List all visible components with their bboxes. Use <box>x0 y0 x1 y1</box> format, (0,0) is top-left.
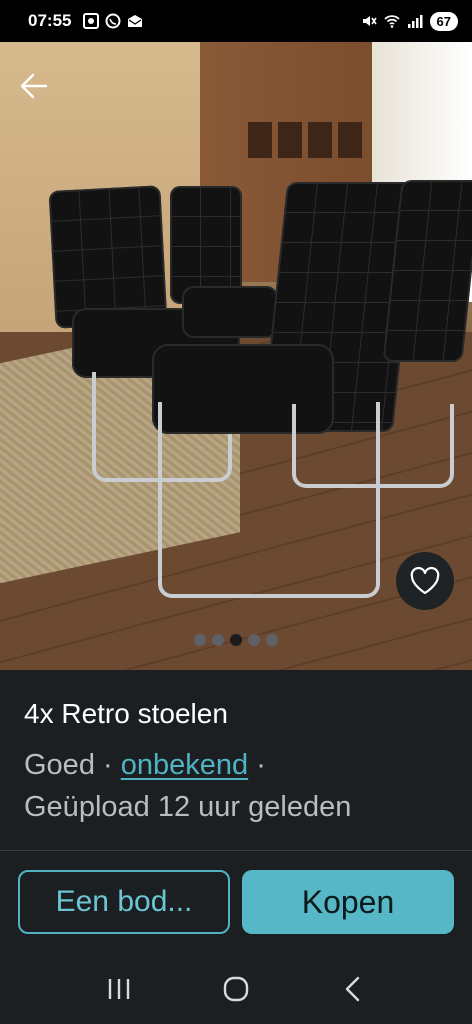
heart-icon <box>410 566 440 595</box>
meta-separator: · <box>94 749 121 781</box>
gallery-dot[interactable] <box>194 634 206 646</box>
photo-chair-2-seat <box>182 286 278 338</box>
make-offer-button[interactable]: Een bod... <box>18 870 230 934</box>
gallery-dot[interactable] <box>212 634 224 646</box>
meta-separator-end: · <box>248 749 266 781</box>
listing-info: 4x Retro stoelen Goed · onbekend · Geüpl… <box>24 698 454 828</box>
wifi-icon <box>383 15 400 28</box>
listing-title: 4x Retro stoelen <box>24 698 228 729</box>
gallery-dot[interactable] <box>266 634 278 646</box>
recent-apps-icon[interactable] <box>104 974 134 1004</box>
gallery-page-indicator <box>0 634 472 646</box>
brand-link[interactable]: onbekend <box>121 749 248 781</box>
system-nav-bar <box>0 954 472 1024</box>
gallery-dot[interactable] <box>248 634 260 646</box>
action-divider <box>0 850 472 851</box>
mail-icon <box>128 15 143 27</box>
listing-photo[interactable] <box>0 42 472 670</box>
favorite-button[interactable] <box>396 552 454 610</box>
screenshot-icon <box>83 13 100 29</box>
buy-button[interactable]: Kopen <box>242 870 454 934</box>
mute-icon <box>362 16 377 26</box>
photo-chair-4-leg <box>292 404 454 488</box>
home-icon[interactable] <box>221 974 251 1004</box>
status-bar: 07:55 67 <box>0 0 472 42</box>
gallery-dot-active[interactable] <box>230 634 242 646</box>
status-time: 07:55 <box>28 11 72 30</box>
system-back-icon[interactable] <box>338 974 368 1004</box>
back-arrow-icon[interactable] <box>16 68 52 104</box>
listing-uploaded: Geüpload 12 uur geleden <box>24 791 352 823</box>
battery-indicator: 67 <box>429 11 458 31</box>
listing-meta: Goed · onbekend · <box>24 744 454 786</box>
listing-condition: Goed <box>24 749 95 781</box>
whatsapp-icon <box>105 13 121 29</box>
signal-icon <box>407 15 423 28</box>
